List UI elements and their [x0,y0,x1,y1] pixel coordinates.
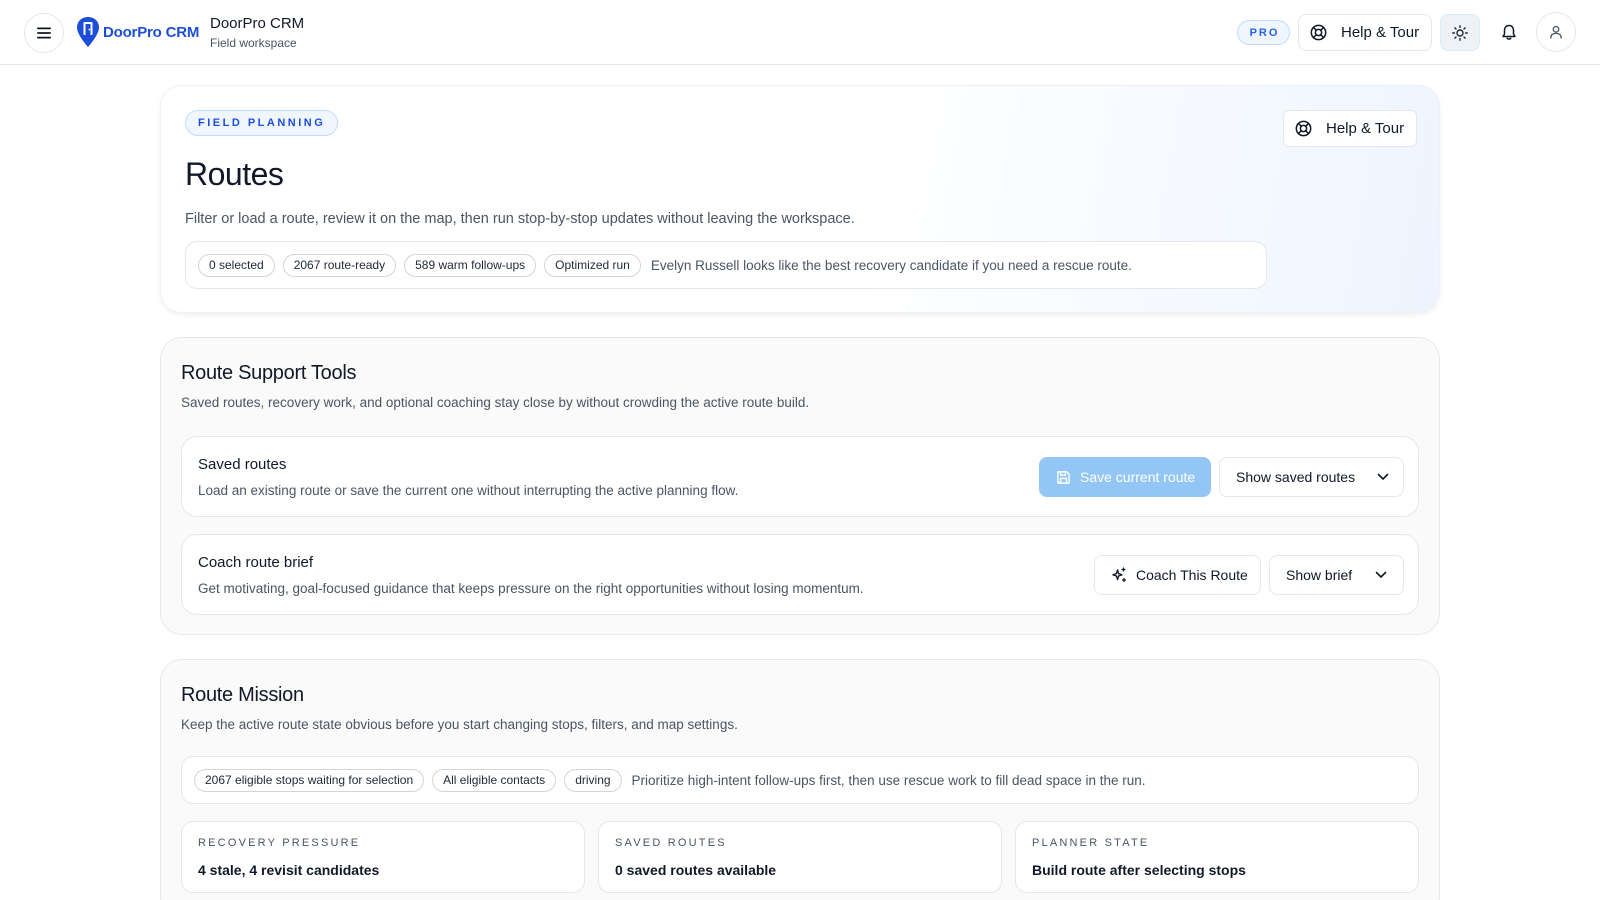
recovery-insight: Evelyn Russell looks like the best recov… [650,257,1132,273]
show-saved-routes-label: Show saved routes [1236,469,1356,485]
workspace-info: DoorPro CRM Field workspace [210,15,304,50]
show-saved-routes-button[interactable]: Show saved routes [1219,457,1404,497]
coach-brief-title: Coach route brief [198,554,314,571]
menu-button[interactable] [24,13,64,53]
notifications-button[interactable] [1489,14,1529,51]
brand-logo[interactable]: DoorPro CRM [76,16,199,48]
user-icon [1550,25,1562,39]
save-icon [1057,470,1070,484]
stat-value: Build route after selecting stops [1032,862,1246,878]
support-title: Route Support Tools [181,362,357,384]
mission-guidance: Prioritize high-intent follow-ups first,… [631,772,1146,788]
mission-status-strip: 2067 eligible stops waiting for selectio… [181,756,1419,804]
route-ready-chip: 2067 route-ready [282,253,397,277]
selected-count-chip: 0 selected [198,253,275,277]
route-summary-strip: 0 selected 2067 route-ready 589 warm fol… [185,241,1267,289]
coach-this-route-label: Coach This Route [1136,567,1248,583]
user-menu-button[interactable] [1536,12,1576,52]
eligible-stops-chip: 2067 eligible stops waiting for selectio… [194,768,425,792]
help-tour-label: Help & Tour [1341,24,1420,41]
saved-routes-description: Load an existing route or save the curre… [198,483,739,498]
route-support-tools-panel: Route Support Tools Saved routes, recove… [160,337,1440,635]
chevron-down-icon [1375,571,1387,578]
sparkles-icon [1112,567,1127,583]
menu-icon [37,27,51,39]
hero-help-tour-button[interactable]: Help & Tour [1283,110,1417,147]
top-bar: DoorPro CRM DoorPro CRM Field workspace … [0,0,1600,65]
contact-filter-chip: All eligible contacts [432,768,557,792]
hero-help-tour-label: Help & Tour [1326,120,1405,137]
show-brief-button[interactable]: Show brief [1269,555,1404,595]
bell-icon [1502,24,1516,40]
lifebuoy-icon [1295,120,1312,137]
saved-routes-title: Saved routes [198,456,287,473]
app-title: DoorPro CRM [210,15,305,32]
mission-title: Route Mission [181,684,304,706]
app-subtitle: Field workspace [210,36,297,50]
travel-mode-chip: driving [564,768,622,792]
save-current-route-button[interactable]: Save current route [1039,457,1211,497]
saved-routes-card: Saved routes Load an existing route or s… [181,436,1419,517]
brand-logo-text: DoorPro CRM [103,23,200,41]
route-mission-panel: Route Mission Keep the active route stat… [160,659,1440,900]
coach-this-route-button[interactable]: Coach This Route [1094,555,1261,595]
stat-label: PLANNER STATE [1032,837,1150,849]
recovery-pressure-card: RECOVERY PRESSURE 4 stale, 4 revisit can… [181,821,585,893]
pro-badge: PRO [1237,20,1290,45]
coach-brief-description: Get motivating, goal-focused guidance th… [198,581,864,596]
coach-route-brief-card: Coach route brief Get motivating, goal-f… [181,534,1419,615]
routes-hero: FIELD PLANNING Help & Tour Routes Filter… [160,85,1440,313]
stat-label: SAVED ROUTES [615,837,727,849]
stat-label: RECOVERY PRESSURE [198,837,361,849]
chevron-down-icon [1377,473,1389,480]
door-pin-icon [77,17,99,47]
saved-routes-stat-card: SAVED ROUTES 0 saved routes available [598,821,1002,893]
planner-state-card: PLANNER STATE Build route after selectin… [1015,821,1419,893]
lifebuoy-icon [1310,24,1327,41]
section-eyebrow: FIELD PLANNING [185,110,339,136]
save-current-route-label: Save current route [1080,469,1196,485]
optimized-run-chip: Optimized run [544,253,641,277]
page-description: Filter or load a route, review it on the… [185,211,855,227]
help-tour-button[interactable]: Help & Tour [1298,14,1432,51]
show-brief-label: Show brief [1286,567,1353,583]
page-title: Routes [185,156,284,192]
support-description: Saved routes, recovery work, and optiona… [181,395,810,410]
sun-icon [1452,24,1468,41]
warm-follow-ups-chip: 589 warm follow-ups [404,253,537,277]
stat-value: 0 saved routes available [615,862,777,878]
stat-value: 4 stale, 4 revisit candidates [198,862,380,878]
mission-description: Keep the active route state obvious befo… [181,717,738,732]
theme-toggle-button[interactable] [1440,14,1480,51]
